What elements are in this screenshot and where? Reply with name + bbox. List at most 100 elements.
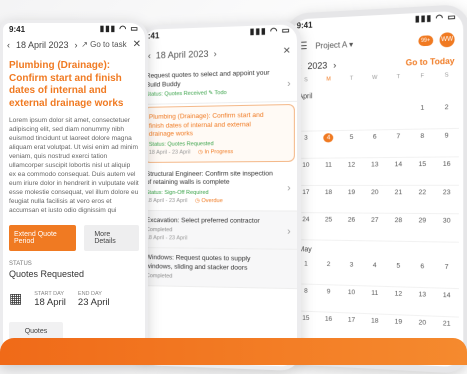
date-label: 18 April 2023	[156, 48, 209, 60]
calendar-day[interactable]: 16	[434, 157, 458, 185]
more-details-button[interactable]: More Details	[84, 225, 139, 251]
calendar-day[interactable]: 19	[340, 186, 363, 214]
calendar-day[interactable]: 9	[434, 129, 458, 158]
calendar-day[interactable]: 29	[410, 214, 434, 242]
project-selector[interactable]: Project A ▾	[315, 39, 353, 50]
calendar-day[interactable]: 25	[317, 213, 340, 241]
action-buttons: Extend Quote Period More Details	[3, 217, 145, 259]
status-label: STATUS	[3, 259, 145, 267]
task-title: Structural Engineer: Confirm site inspec…	[146, 170, 291, 188]
calendar-day[interactable]: 13	[410, 288, 434, 317]
clock-icon: ◷	[198, 149, 203, 155]
calendar-day[interactable]: 3	[340, 258, 363, 286]
chevron-right-icon: ›	[287, 78, 291, 89]
calendar-day[interactable]: 4	[363, 259, 386, 287]
task-status: Completed	[146, 227, 291, 234]
status-time: :41	[148, 31, 159, 40]
start-day: START DAY 18 April	[34, 291, 66, 308]
calendar-day[interactable]: 1	[410, 101, 434, 130]
calendar-day[interactable]: 13	[363, 158, 386, 186]
chevron-right-icon[interactable]: ›	[75, 40, 78, 50]
chevron-right-icon: ›	[287, 226, 291, 237]
extend-quote-period-button[interactable]: Extend Quote Period	[9, 225, 76, 251]
task-item[interactable]: Excavation: Select preferred contractor …	[142, 211, 297, 250]
calendar-day[interactable]: 7	[387, 130, 411, 158]
calendar-day[interactable]: 8	[410, 129, 434, 157]
task-item[interactable]: Structural Engineer: Confirm site inspec…	[142, 163, 297, 211]
signal-wifi-battery-icon: ▮▮▮ ◠ ▭	[415, 12, 457, 24]
calendar-day[interactable]: 14	[434, 288, 458, 317]
calendar-day[interactable]: 5	[387, 259, 411, 288]
calendar-day[interactable]: 28	[387, 214, 411, 242]
chevron-left-icon[interactable]: ‹	[148, 50, 151, 60]
task-status: Status: Quotes Received	[146, 90, 207, 97]
task-title: Windows: Request quotes to supply window…	[146, 254, 291, 273]
chevron-right-icon[interactable]: ›	[333, 60, 336, 70]
date-nav: ‹ 18 April 2023 › ↗ Go to task ✕	[3, 37, 145, 52]
calendar-day[interactable]: 23	[434, 186, 458, 214]
calendar-icon: ▦	[9, 291, 22, 305]
calendar-day[interactable]: 21	[387, 186, 411, 214]
notification-badge[interactable]: 99+	[418, 35, 433, 46]
weekday-label: S	[434, 68, 458, 84]
calendar-day[interactable]: 14	[387, 158, 411, 186]
calendar-day[interactable]: 7	[434, 260, 458, 289]
calendar-day[interactable]: 18	[317, 186, 340, 213]
chevron-left-icon[interactable]: ‹	[7, 40, 10, 50]
clock-icon: ◷	[195, 198, 200, 204]
calendar-day	[317, 104, 340, 132]
calendar-day[interactable]: 20	[363, 186, 386, 214]
calendar-day[interactable]: 6	[410, 260, 434, 289]
calendar-day[interactable]: 2	[434, 100, 458, 129]
date-label: 18 April 2023	[16, 40, 69, 50]
close-icon[interactable]: ✕	[283, 45, 291, 57]
weekday-label: T	[340, 71, 363, 86]
end-day-value: 23 April	[78, 297, 110, 308]
calendar-day[interactable]: 5	[340, 131, 363, 159]
calendar-day	[363, 102, 386, 130]
start-day-value: 18 April	[34, 297, 66, 308]
calendar-day[interactable]: 2	[317, 258, 340, 286]
task-item[interactable]: Plumbing (Drainage): Confirm start and f…	[144, 104, 295, 163]
calendar-day[interactable]: 4	[317, 131, 340, 159]
task-status: Status: Quotes Requested	[149, 140, 288, 148]
task-list-phone: :41 ▮▮▮ ◠ ▭ ‹ 18 April 2023 › ✕ Request …	[138, 20, 301, 371]
calendar-day[interactable]: 9	[317, 285, 340, 313]
signal-wifi-battery-icon: ▮▮▮ ◠ ▭	[100, 24, 139, 33]
task-title: Request quotes to select and appoint you…	[146, 69, 291, 90]
year-label: 2023	[307, 60, 327, 71]
task-title: Plumbing (Drainage): Confirm start and f…	[3, 52, 145, 114]
calendar-day[interactable]: 12	[340, 158, 363, 186]
calendar-day[interactable]: 27	[363, 214, 386, 242]
task-status: Status: Sign-Off Required	[146, 189, 291, 195]
task-dates: 18 April - 23 April	[146, 198, 187, 204]
signal-wifi-battery-icon: ▮▮▮ ◠ ▭	[250, 25, 291, 36]
calendar-day[interactable]: 11	[363, 286, 386, 315]
weekday-label: F	[410, 69, 434, 84]
avatar[interactable]: WW	[440, 32, 455, 47]
task-dates: 18 April - 23 April	[149, 149, 191, 155]
task-item[interactable]: Windows: Request quotes to supply window…	[142, 248, 297, 289]
task-dates: 18 April - 23 April	[146, 235, 291, 242]
calendar-day	[387, 102, 411, 130]
task-status: Completed	[146, 273, 291, 282]
task-item[interactable]: Request quotes to select and appoint you…	[142, 62, 297, 104]
calendar-day[interactable]: 30	[434, 214, 458, 243]
bottom-accent-bar	[0, 338, 467, 365]
calendar-day[interactable]: 15	[410, 158, 434, 186]
status-value: Quotes Requested	[3, 267, 145, 281]
go-to-task-label: Go to task	[90, 40, 126, 49]
chevron-right-icon: ›	[287, 182, 291, 193]
calendar-day[interactable]: 12	[387, 287, 411, 316]
close-icon[interactable]: ✕	[133, 39, 141, 50]
calendar-day[interactable]: 22	[410, 186, 434, 214]
calendar-day[interactable]: 26	[340, 213, 363, 241]
calendar-day[interactable]: 11	[317, 158, 340, 185]
go-to-task-link[interactable]: ↗ Go to task	[81, 40, 126, 49]
calendar-day[interactable]: 6	[363, 130, 386, 158]
calendar-day[interactable]: 10	[340, 286, 363, 314]
weekday-label: M	[317, 72, 340, 87]
go-to-today-button[interactable]: Go to Today	[406, 56, 455, 67]
calendar-day[interactable]: 16	[317, 312, 340, 340]
chevron-right-icon[interactable]: ›	[214, 48, 217, 58]
